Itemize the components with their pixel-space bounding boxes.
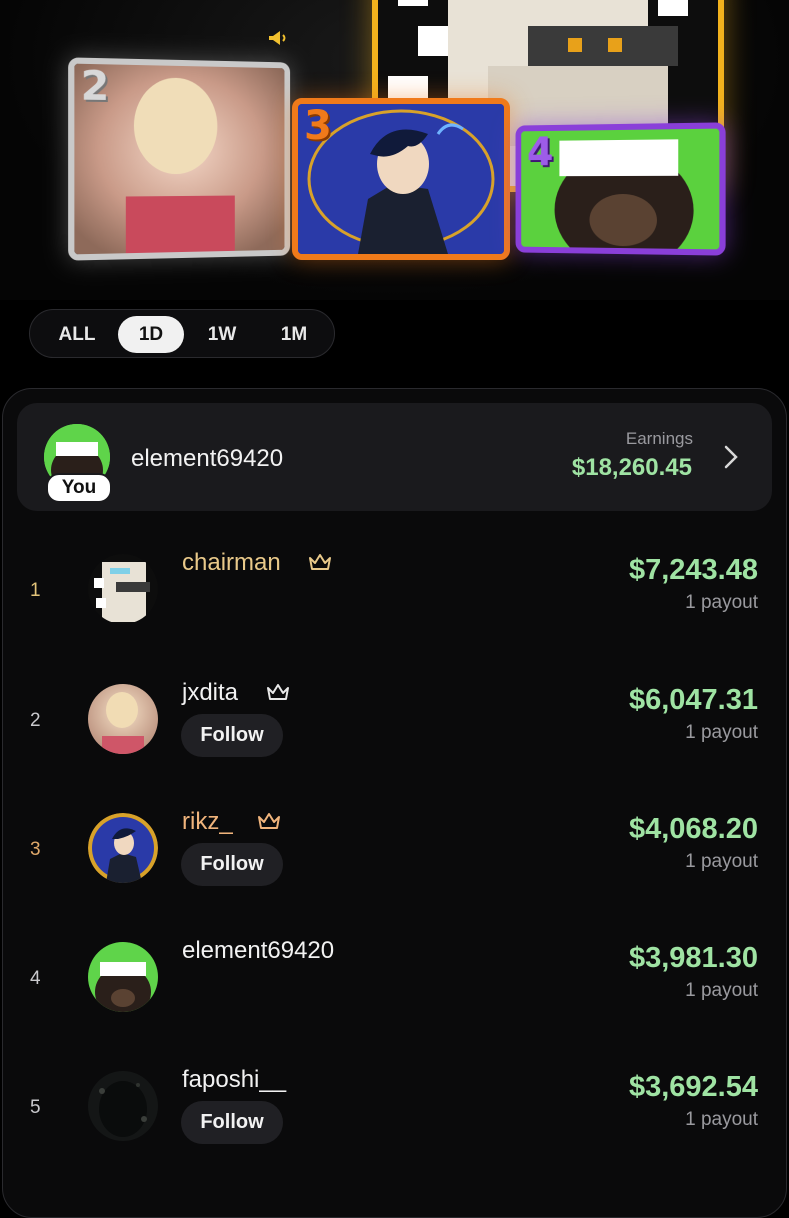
rank-number: 5 <box>30 1097 41 1118</box>
avatar[interactable] <box>88 942 158 1012</box>
avatar[interactable] <box>88 1071 158 1141</box>
earnings-amount: $7,243.48 <box>628 554 758 586</box>
top-podium: 2 3 4 <box>0 0 789 300</box>
avatar[interactable] <box>88 684 158 754</box>
username[interactable]: rikz_ <box>182 808 233 836</box>
username[interactable]: faposhi__ <box>182 1066 286 1094</box>
crown-icon <box>309 554 331 570</box>
leaderboard-row-3: 3 rikz_ Follow $4,068.20 1 payout <box>0 789 789 909</box>
leaderboard-row-1: 1 chairman $7,243.48 1 payout <box>0 530 789 650</box>
rank-number: 2 <box>30 710 41 731</box>
leaderboard-row-2: 2 jxdita Follow $6,047.31 1 payout <box>0 660 789 780</box>
avatar[interactable] <box>88 813 158 883</box>
podium-card-rank-3[interactable]: 3 <box>292 98 510 260</box>
current-username: element69420 <box>131 445 284 472</box>
rank-numeral: 3 <box>304 103 332 149</box>
rank-numeral: 2 <box>80 62 110 111</box>
follow-button[interactable]: Follow <box>181 843 283 886</box>
payout-count: 1 payout <box>685 1109 758 1130</box>
follow-button[interactable]: Follow <box>181 1101 283 1144</box>
podium-card-rank-2[interactable]: 2 <box>68 57 291 261</box>
filter-all[interactable]: ALL <box>42 316 112 353</box>
username[interactable]: element69420 <box>182 937 334 965</box>
current-user-card[interactable]: You element69420 Earnings $18,260.45 <box>17 403 772 511</box>
earnings-amount: $6,047.31 <box>628 684 758 716</box>
payout-count: 1 payout <box>685 851 758 872</box>
earnings-label: Earnings <box>625 429 693 448</box>
crown-icon <box>267 684 289 700</box>
earnings-amount: $3,981.30 <box>628 942 758 974</box>
rank-numeral: 4 <box>526 129 554 176</box>
filter-1w[interactable]: 1W <box>190 316 254 353</box>
redaction-bar <box>559 139 679 177</box>
crown-icon <box>258 813 280 829</box>
filter-1d[interactable]: 1D <box>118 316 184 353</box>
rank-number: 3 <box>30 839 41 860</box>
chevron-right-icon[interactable] <box>722 443 740 471</box>
time-range-filter: ALL 1D 1W 1M <box>29 309 335 358</box>
filter-1m[interactable]: 1M <box>260 316 328 353</box>
podium-card-rank-4[interactable]: 4 <box>515 122 726 256</box>
follow-button[interactable]: Follow <box>181 714 283 757</box>
megaphone-icon[interactable] <box>266 26 290 50</box>
you-badge: You <box>46 473 112 503</box>
username[interactable]: chairman <box>182 549 281 577</box>
rank-number: 4 <box>30 968 41 989</box>
leaderboard-row-4: 4 element69420 $3,981.30 1 payout <box>0 918 789 1038</box>
leaderboard-row-5: 5 faposhi__ Follow $3,692.54 1 payout <box>0 1047 789 1167</box>
earnings-amount: $4,068.20 <box>628 813 758 845</box>
avatar[interactable] <box>88 554 158 624</box>
rank-number: 1 <box>30 580 41 601</box>
earnings-amount: $3,692.54 <box>628 1071 758 1103</box>
payout-count: 1 payout <box>685 592 758 613</box>
payout-count: 1 payout <box>685 722 758 743</box>
username[interactable]: jxdita <box>182 679 238 707</box>
earnings-value: $18,260.45 <box>571 454 692 481</box>
payout-count: 1 payout <box>685 980 758 1001</box>
